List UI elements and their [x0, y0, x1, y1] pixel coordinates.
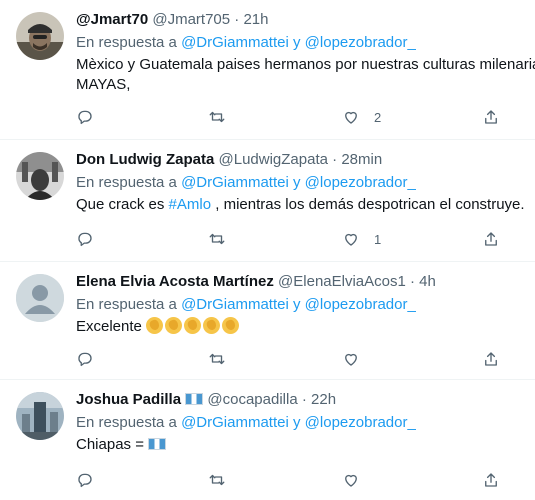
share-icon	[485, 110, 497, 124]
tweet-text: MAYAS,	[76, 76, 131, 93]
guatemala-flag-icon	[185, 393, 204, 405]
share-button[interactable]	[482, 108, 500, 126]
tweet-3[interactable]: Elena Elvia Acosta Martínez @ElenaElviaA…	[0, 262, 535, 380]
tweet-text-body: Chiapas =	[76, 436, 144, 453]
share-button[interactable]	[482, 230, 500, 248]
tweet-text-after: , mientras los demás despotrican el cons…	[215, 196, 525, 213]
reply-button[interactable]	[76, 108, 94, 126]
reply-context: En respuesta a @DrGiammattei y @lopezobr…	[76, 173, 535, 193]
tweet-text-before: Que crack es	[76, 196, 165, 213]
share-icon	[485, 232, 497, 246]
display-name[interactable]: Elena Elvia Acosta Martínez	[76, 273, 274, 290]
timestamp[interactable]: 4h	[419, 273, 436, 290]
user-handle[interactable]: @Jmart705	[152, 11, 230, 28]
like-count: 2	[374, 109, 382, 125]
reply-icon	[78, 352, 92, 367]
retweet-button[interactable]	[208, 108, 226, 126]
reply-prefix: En respuesta a	[76, 174, 177, 191]
avatar[interactable]	[16, 152, 64, 200]
clapping-hands-emoji	[146, 317, 241, 335]
timestamp[interactable]: 22h	[311, 391, 336, 408]
reply-prefix: En respuesta a	[76, 34, 177, 51]
avatar[interactable]	[16, 274, 64, 322]
separator-dot: ·	[332, 151, 338, 168]
user-handle[interactable]: @ElenaElviaAcos1	[278, 273, 406, 290]
reply-icon	[78, 232, 92, 247]
reply-context: En respuesta a @DrGiammattei y @lopezobr…	[76, 33, 535, 53]
share-icon	[485, 473, 497, 487]
reply-and: y	[293, 174, 301, 191]
reply-and: y	[293, 414, 301, 431]
like-button[interactable]	[342, 471, 360, 489]
reply-context: En respuesta a @DrGiammattei y @lopezobr…	[76, 295, 535, 315]
user-handle[interactable]: @LudwigZapata	[219, 151, 328, 168]
reply-prefix: En respuesta a	[76, 414, 177, 431]
hashtag-link[interactable]: #Amlo	[169, 196, 212, 213]
separator-dot: ·	[410, 273, 415, 290]
retweet-button[interactable]	[208, 471, 226, 489]
display-name[interactable]: @Jmart70	[76, 11, 148, 28]
user-handle[interactable]: @cocapadilla	[207, 391, 297, 408]
tweet-text: Que crack es #Amlo , mientras los demás …	[76, 195, 535, 215]
timestamp[interactable]: 28min	[341, 151, 382, 168]
separator-dot: ·	[301, 391, 307, 408]
timestamp[interactable]: 21h	[243, 11, 268, 28]
retweet-icon	[209, 111, 225, 123]
avatar[interactable]	[16, 392, 64, 440]
reply-and: y	[293, 296, 301, 313]
retweet-icon	[209, 474, 225, 486]
retweet-icon	[209, 353, 225, 365]
like-icon	[345, 233, 357, 246]
mention-link[interactable]: @lopezobrador_	[305, 34, 416, 51]
like-button[interactable]: 2	[342, 108, 381, 126]
reply-context: En respuesta a @DrGiammattei y @lopezobr…	[76, 413, 535, 433]
avatar[interactable]	[16, 12, 64, 60]
like-count: 1	[374, 231, 382, 247]
tweet-text: Excelente	[76, 317, 535, 337]
mention-link[interactable]: @lopezobrador_	[305, 174, 416, 191]
reply-and: y	[293, 34, 301, 51]
separator-dot: ·	[234, 11, 240, 28]
like-button[interactable]: 1	[342, 230, 381, 248]
tweet-4[interactable]: Joshua Padilla @cocapadilla · 22h En res…	[0, 380, 535, 500]
like-icon	[345, 111, 357, 124]
share-button[interactable]	[482, 350, 500, 368]
share-icon	[485, 352, 497, 366]
mention-link[interactable]: @lopezobrador_	[305, 296, 416, 313]
display-name[interactable]: Don Ludwig Zapata	[76, 151, 214, 168]
retweet-button[interactable]	[208, 230, 226, 248]
tweet-text: Mèxico y Guatemala paises hermanos por n…	[76, 56, 535, 73]
mention-link[interactable]: @DrGiammattei	[181, 296, 289, 313]
guatemala-flag-icon	[148, 438, 167, 450]
tweet-1[interactable]: @Jmart70 @Jmart705 · 21h En respuesta a …	[0, 0, 535, 140]
retweet-button[interactable]	[208, 350, 226, 368]
retweet-icon	[209, 233, 225, 245]
mention-link[interactable]: @lopezobrador_	[305, 414, 416, 431]
display-name[interactable]: Joshua Padilla	[76, 391, 181, 408]
reply-icon	[78, 473, 92, 488]
reply-button[interactable]	[76, 230, 94, 248]
mention-link[interactable]: @DrGiammattei	[181, 174, 289, 191]
reply-prefix: En respuesta a	[76, 296, 177, 313]
reply-button[interactable]	[76, 350, 94, 368]
like-button[interactable]	[342, 350, 360, 368]
mention-link[interactable]: @DrGiammattei	[181, 34, 289, 51]
share-button[interactable]	[482, 471, 500, 489]
tweet-2[interactable]: Don Ludwig Zapata @LudwigZapata · 28min …	[0, 140, 535, 262]
like-icon	[345, 474, 357, 487]
like-icon	[345, 353, 357, 366]
mention-link[interactable]: @DrGiammattei	[181, 414, 289, 431]
reply-button[interactable]	[76, 471, 94, 489]
reply-icon	[78, 110, 92, 125]
tweet-text-body: Excelente	[76, 318, 142, 335]
tweet-text: Chiapas =	[76, 435, 535, 455]
